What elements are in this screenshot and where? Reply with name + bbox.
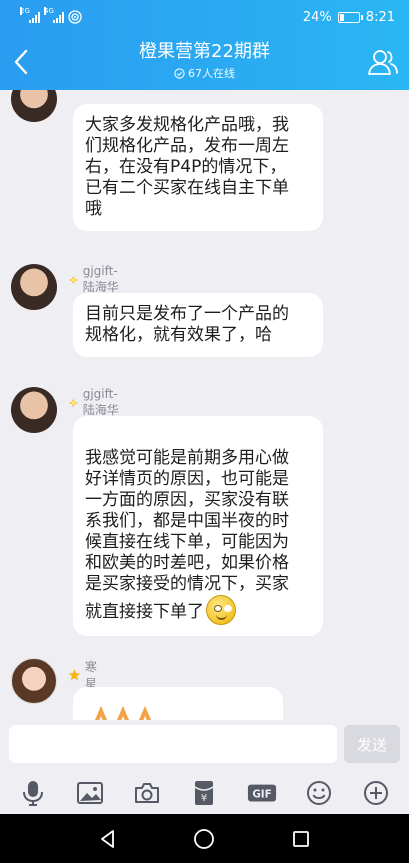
sender-name: gjgift-陆海华 xyxy=(68,264,125,295)
back-button[interactable] xyxy=(6,44,36,80)
nav-home-button[interactable] xyxy=(191,826,217,852)
battery-icon xyxy=(337,11,363,23)
gif-icon[interactable]: GIF xyxy=(247,778,277,808)
message-text: 我感觉可能是前期多用心做 好详情页的原因，也可能是 一方面的原因，买家没有联 系… xyxy=(85,448,289,622)
battery-percent: 24% xyxy=(302,9,332,25)
online-count-text: 67人在线 xyxy=(188,66,235,80)
avatar[interactable] xyxy=(11,90,57,122)
sticker-icon xyxy=(94,705,152,720)
nav-recents-button[interactable] xyxy=(288,826,314,852)
signal-icon-1: 2G xyxy=(20,7,40,23)
title-area[interactable]: 橙果营第22期群 67人在线 xyxy=(80,40,329,83)
message-input[interactable] xyxy=(9,725,337,763)
hotspot-icon xyxy=(68,10,82,24)
group-members-icon[interactable] xyxy=(367,46,399,78)
clock: 8:21 xyxy=(365,9,395,25)
avatar[interactable] xyxy=(11,387,57,433)
message-bubble[interactable]: 目前只是发布了一个产品的 规格化，就有效果了，哈 xyxy=(73,293,323,357)
camera-icon[interactable] xyxy=(132,778,162,808)
microphone-icon[interactable] xyxy=(18,778,48,808)
circle-home-icon xyxy=(194,828,215,849)
network-type-2: 4G xyxy=(44,7,54,15)
title-bar: 橙果营第22期群 67人在线 xyxy=(0,34,409,90)
avatar[interactable] xyxy=(11,264,57,310)
avatar[interactable] xyxy=(11,658,57,704)
message-bubble[interactable] xyxy=(73,687,283,720)
star-badge-icon xyxy=(68,669,81,681)
input-toolbar: ¥ GIF xyxy=(0,772,409,814)
square-recents-icon xyxy=(292,830,309,847)
network-type-1: 2G xyxy=(20,7,30,15)
diamond-badge-icon xyxy=(68,274,79,285)
chat-area[interactable]: 大家多发规格化产品哦，我 们规格化产品，发布一周左 右，在没有P4P的情况下， … xyxy=(0,90,409,720)
emoji-icon[interactable] xyxy=(304,778,334,808)
signal-icon-2: 4G xyxy=(44,7,64,23)
system-nav-bar xyxy=(0,814,409,863)
online-check-icon xyxy=(174,68,185,79)
status-right: 24% 8:21 xyxy=(303,10,395,25)
chevron-left-icon xyxy=(14,49,28,75)
gif-label: GIF xyxy=(252,789,271,801)
online-count: 67人在线 xyxy=(174,66,235,82)
status-left: 2G 4G xyxy=(20,7,82,24)
status-bar: 2G 4G 24% 8:21 xyxy=(0,0,409,34)
diamond-badge-icon xyxy=(68,397,79,408)
smile-emoji-icon xyxy=(206,595,236,625)
red-packet-icon[interactable]: ¥ xyxy=(189,778,219,808)
send-button[interactable]: 发送 xyxy=(344,725,400,763)
header: 2G 4G 24% 8:21 橙果营第22期群 67人在线 xyxy=(0,0,409,90)
yen-label: ¥ xyxy=(201,793,207,804)
message-bubble[interactable]: 我感觉可能是前期多用心做 好详情页的原因，也可能是 一方面的原因，买家没有联 系… xyxy=(73,416,323,636)
sender-name-text: gjgift-陆海华 xyxy=(82,387,119,417)
plus-icon[interactable] xyxy=(361,778,391,808)
message-bubble[interactable]: 大家多发规格化产品哦，我 们规格化产品，发布一周左 右，在没有P4P的情况下， … xyxy=(73,104,323,231)
group-title: 橙果营第22期群 xyxy=(139,41,270,62)
input-bar: 发送 xyxy=(0,720,409,772)
sender-name: gjgift-陆海华 xyxy=(68,387,125,418)
image-icon[interactable] xyxy=(75,778,105,808)
sender-name-text: gjgift-陆海华 xyxy=(82,264,119,294)
triangle-back-icon xyxy=(101,829,115,848)
nav-back-button[interactable] xyxy=(95,826,121,852)
